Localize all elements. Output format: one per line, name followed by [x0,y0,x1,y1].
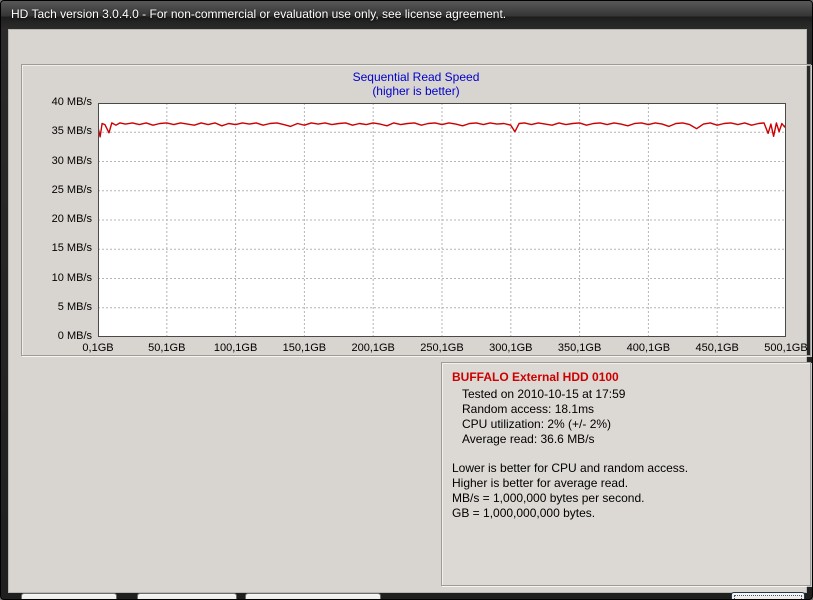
note-lower-better: Lower is better for CPU and random acces… [452,461,689,475]
average-read-line: Average read: 36.6 MB/s [462,432,595,446]
y-axis-tick-label: 40 MB/s [51,96,92,108]
save-results-button[interactable]: Save Results [21,593,117,599]
x-axis-tick-label: 50,1GB [148,342,186,354]
y-axis-tick-label: 0 MB/s [57,330,92,342]
tested-on-line: Tested on 2010-10-15 at 17:59 [462,387,626,401]
x-axis-tick-label: 400,1GB [626,342,671,354]
note-mbs-def: MB/s = 1,000,000 bytes per second. [452,491,645,505]
compare-another-drive-button[interactable]: Compare Another Drive [245,593,381,599]
x-axis-tick-label: 500,1GB [764,342,808,354]
x-axis-tick-label: 350,1GB [557,342,602,354]
title-bar[interactable]: HD Tach version 3.0.4.0 - For non-commer… [1,1,812,29]
results-info-panel: BUFFALO External HDD 0100 Tested on 2010… [441,362,811,586]
x-axis-tick-label: 300,1GB [489,342,533,354]
y-axis-tick-label: 30 MB/s [51,154,92,167]
hdtach-window: HD Tach version 3.0.4.0 - For non-commer… [0,0,813,600]
random-access-line: Random access: 18.1ms [462,402,595,416]
y-axis-tick-label: 5 MB/s [57,300,92,313]
x-axis-tick-label: 200,1GB [351,342,395,354]
done-button[interactable]: Done [731,592,805,599]
client-area: Sequential Read Speed (higher is better)… [8,29,811,599]
x-axis-tick-label: 250,1GB [420,342,464,354]
note-gb-def: GB = 1,000,000,000 bytes. [452,506,596,520]
y-axis-tick-label: 20 MB/s [51,213,92,225]
sequential-chart-title: Sequential Read Speed [352,70,480,84]
x-axis-tick-label: 450,1GB [695,342,739,354]
y-axis-tick-label: 25 MB/s [51,183,92,196]
x-axis-tick-label: 0,1GB [82,342,114,354]
x-axis-tick-label: 150,1GB [282,342,327,354]
sequential-read-line-chart [98,103,786,337]
sequential-chart-subtitle: (higher is better) [372,84,460,98]
drive-name: BUFFALO External HDD 0100 [452,370,619,384]
window-title: HD Tach version 3.0.4.0 - For non-commer… [11,7,507,21]
sequential-read-panel: Sequential Read Speed (higher is better)… [21,64,811,356]
y-axis-tick-label: 15 MB/s [51,242,92,255]
upload-results-button[interactable]: Upload Results [137,593,237,599]
y-axis-tick-label: 10 MB/s [51,271,92,284]
x-axis-tick-label: 100,1GB [213,342,258,354]
note-higher-better: Higher is better for average read. [452,476,629,490]
y-axis-tick-label: 35 MB/s [51,125,92,138]
cpu-utilization-line: CPU utilization: 2% (+/- 2%) [462,417,612,431]
